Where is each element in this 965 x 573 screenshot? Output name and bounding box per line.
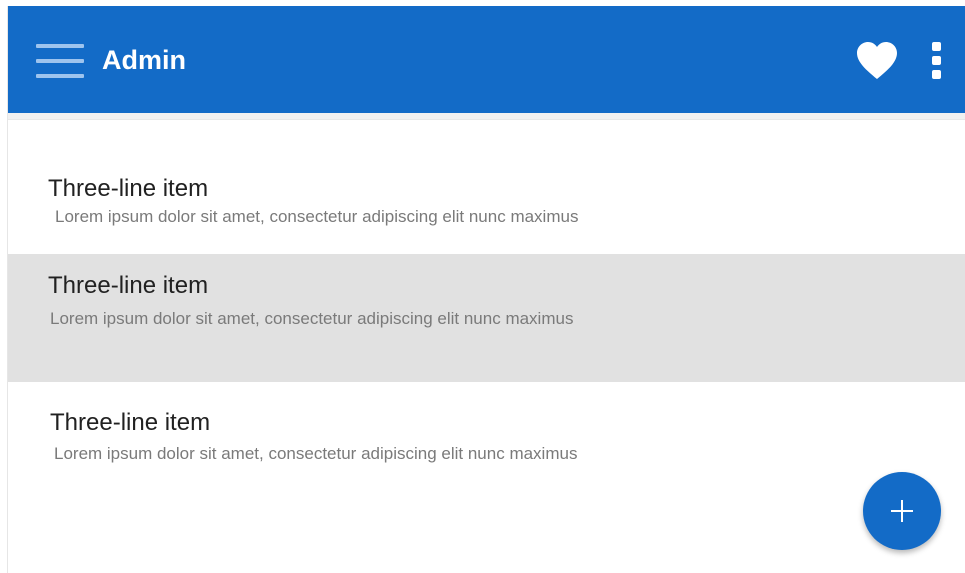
list-item-subtitle: Lorem ipsum dolor sit amet, consectetur …: [54, 444, 578, 463]
app-bar-divider: [8, 113, 965, 120]
favorite-button[interactable]: [856, 41, 898, 81]
top-app-bar: Admin: [8, 6, 965, 113]
list-item-selected[interactable]: Three-line item Lorem ipsum dolor sit am…: [8, 254, 965, 382]
list-item-title: Three-line item: [48, 272, 209, 299]
list-item-title: Three-line item: [48, 175, 209, 202]
list-item[interactable]: Three-line item Lorem ipsum dolor sit am…: [8, 120, 965, 254]
app-title: Admin: [102, 45, 186, 75]
list-item-subtitle: Lorem ipsum dolor sit amet, consectetur …: [55, 207, 579, 226]
heart-icon: [857, 42, 897, 79]
list-item-subtitle: Lorem ipsum dolor sit amet, consectetur …: [50, 309, 574, 328]
list-item[interactable]: Three-line item Lorem ipsum dolor sit am…: [8, 382, 965, 573]
list-item-title: Three-line item: [50, 409, 211, 436]
add-fab-button[interactable]: [863, 472, 941, 550]
app-window: Admin Three-line item Lorem ipsum dolor …: [8, 6, 965, 573]
more-options-button[interactable]: [924, 40, 950, 82]
menu-button[interactable]: [36, 44, 84, 80]
